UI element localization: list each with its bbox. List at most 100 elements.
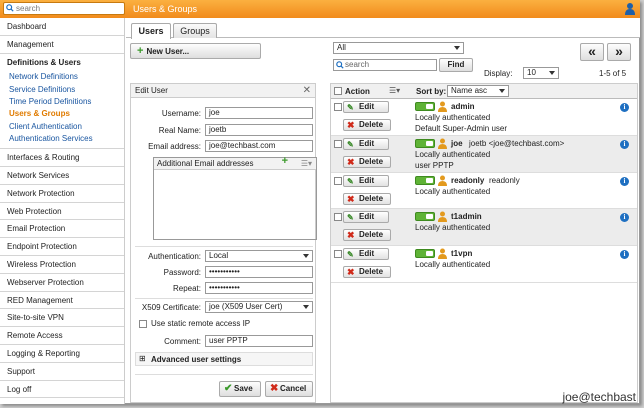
- sidebar-sub-service-definitions[interactable]: Service Definitions: [0, 84, 124, 96]
- sidebar-item-support[interactable]: Support: [0, 363, 124, 381]
- find-button[interactable]: Find: [439, 58, 473, 72]
- sidebar-item-logging-reporting[interactable]: Logging & Reporting: [0, 345, 124, 363]
- user-name[interactable]: admin: [451, 102, 475, 111]
- cancel-button[interactable]: ✖ Cancel: [265, 381, 313, 397]
- user-name[interactable]: readonly: [451, 176, 484, 185]
- bulk-menu-icon[interactable]: ☰▾: [389, 86, 400, 95]
- realname-label: Real Name:: [158, 126, 201, 135]
- realname-field[interactable]: joetb: [205, 124, 313, 136]
- advanced-settings-label: Advanced user settings: [151, 355, 242, 364]
- authentication-select[interactable]: Local: [205, 250, 313, 262]
- sidebar-item-web-protection[interactable]: Web Protection: [0, 203, 124, 221]
- list-search-input[interactable]: search: [333, 59, 437, 71]
- enabled-toggle[interactable]: [415, 249, 435, 259]
- display-select[interactable]: 10: [523, 67, 559, 79]
- edit-icon: ✎: [347, 139, 354, 149]
- info-icon[interactable]: i: [620, 103, 629, 112]
- row-checkbox[interactable]: [334, 250, 342, 259]
- delete-button[interactable]: ✖ Delete: [343, 155, 391, 168]
- info-icon[interactable]: i: [620, 139, 629, 149]
- user-name[interactable]: t1vpn: [451, 249, 472, 258]
- comment-field[interactable]: user PPTP: [205, 335, 313, 347]
- sidebar-item-webserver-protection[interactable]: Webserver Protection: [0, 274, 124, 292]
- repeat-password-field[interactable]: •••••••••••: [205, 282, 313, 294]
- info-icon[interactable]: i: [620, 213, 629, 223]
- edit-icon: ✎: [347, 250, 354, 260]
- row-checkbox[interactable]: [334, 139, 342, 148]
- sidebar-item-network-protection[interactable]: Network Protection: [0, 185, 124, 203]
- enabled-toggle[interactable]: [415, 102, 435, 111]
- edit-button[interactable]: ✎ Edit: [343, 137, 389, 150]
- edit-button[interactable]: ✎ Edit: [343, 174, 389, 187]
- sidebar-sub-network-definitions[interactable]: Network Definitions: [0, 71, 124, 83]
- person-icon: [438, 138, 447, 149]
- save-button[interactable]: ✔ Save: [219, 381, 261, 397]
- enabled-toggle[interactable]: [415, 138, 435, 148]
- info-icon[interactable]: i: [620, 176, 629, 186]
- cross-icon: ✖: [270, 383, 279, 394]
- select-all-checkbox[interactable]: [334, 87, 342, 95]
- sidebar-item-definitions-users[interactable]: Definitions & Users: [0, 54, 124, 72]
- sidebar-item-interfaces-routing[interactable]: Interfaces & Routing: [0, 149, 124, 167]
- user-auth-type: Locally authenticated: [415, 260, 491, 270]
- edit-button[interactable]: ✎ Edit: [343, 248, 389, 261]
- table-row: ✎ Edit ✖ Delete readonly readonly Locally …: [331, 173, 637, 210]
- sidebar-item-management[interactable]: Management: [0, 36, 124, 54]
- chevron-down-icon: [454, 46, 460, 50]
- sidebar-sub-users-groups[interactable]: Users & Groups: [0, 108, 124, 120]
- new-user-button[interactable]: + New User...: [130, 43, 261, 59]
- add-icon[interactable]: +: [282, 156, 288, 167]
- additional-email-label: Additional Email addresses: [157, 159, 254, 168]
- sidebar-item-network-services[interactable]: Network Services: [0, 167, 124, 185]
- row-checkbox[interactable]: [334, 176, 342, 185]
- sidebar-item-remote-access[interactable]: Remote Access: [0, 327, 124, 345]
- sidebar-sub-time-period-definitions[interactable]: Time Period Definitions: [0, 96, 124, 108]
- user-name[interactable]: joe: [451, 139, 463, 148]
- next-page-button[interactable]: »: [607, 43, 631, 61]
- sidebar-item-wireless-protection[interactable]: Wireless Protection: [0, 256, 124, 274]
- x509-select[interactable]: joe (X509 User Cert): [205, 301, 313, 313]
- list-search-placeholder: search: [345, 60, 370, 69]
- row-checkbox[interactable]: [334, 213, 342, 222]
- sort-by-label: Sort by:: [416, 87, 447, 96]
- enabled-toggle[interactable]: [415, 175, 435, 185]
- filter-select[interactable]: All: [333, 42, 464, 54]
- sort-select[interactable]: Name asc: [447, 85, 509, 97]
- row-checkbox[interactable]: [334, 103, 342, 111]
- delete-button[interactable]: ✖ Delete: [343, 192, 391, 205]
- list-options-icon[interactable]: ☰▾: [301, 158, 312, 169]
- user-icon[interactable]: [624, 2, 636, 15]
- sidebar-sub-authentication-services[interactable]: Authentication Services: [0, 133, 124, 145]
- global-search-input[interactable]: search: [3, 2, 125, 15]
- divider: [135, 374, 313, 375]
- delete-label: Delete: [359, 156, 384, 166]
- enabled-toggle[interactable]: [415, 212, 435, 222]
- sidebar-item-red-management[interactable]: RED Management: [0, 292, 124, 310]
- sidebar-item-dashboard[interactable]: Dashboard: [0, 18, 124, 36]
- sidebar-item-site-to-site-vpn[interactable]: Site-to-site VPN: [0, 309, 124, 328]
- tab-users[interactable]: Users: [131, 23, 171, 39]
- user-name[interactable]: t1admin: [451, 212, 482, 221]
- username-field[interactable]: joe: [205, 107, 313, 119]
- authentication-value: Local: [209, 251, 229, 260]
- page-range: 1-5 of 5: [599, 69, 627, 78]
- prev-page-button[interactable]: «: [580, 43, 604, 61]
- info-icon[interactable]: i: [620, 250, 629, 260]
- delete-button[interactable]: ✖ Delete: [343, 229, 391, 242]
- delete-button[interactable]: ✖ Delete: [343, 119, 391, 131]
- email-field[interactable]: joe@techbast.com: [205, 140, 313, 152]
- expand-icon: ⊞: [139, 354, 146, 363]
- delete-button[interactable]: ✖ Delete: [343, 266, 391, 279]
- edit-button[interactable]: ✎ Edit: [343, 101, 389, 113]
- static-ip-checkbox[interactable]: [139, 320, 147, 328]
- tab-groups[interactable]: Groups: [173, 23, 217, 38]
- edit-button[interactable]: ✎ Edit: [343, 211, 389, 224]
- close-icon[interactable]: ✕: [303, 85, 311, 96]
- display-select-value: 10: [527, 68, 536, 77]
- password-field[interactable]: •••••••••••: [205, 266, 313, 278]
- sidebar-item-endpoint-protection[interactable]: Endpoint Protection: [0, 238, 124, 256]
- sidebar-item-email-protection[interactable]: Email Protection: [0, 220, 124, 239]
- advanced-settings-toggle[interactable]: ⊞ Advanced user settings: [135, 352, 313, 366]
- sidebar-sub-client-authentication[interactable]: Client Authentication: [0, 121, 124, 133]
- sidebar-item-log-off[interactable]: Log off: [0, 381, 124, 399]
